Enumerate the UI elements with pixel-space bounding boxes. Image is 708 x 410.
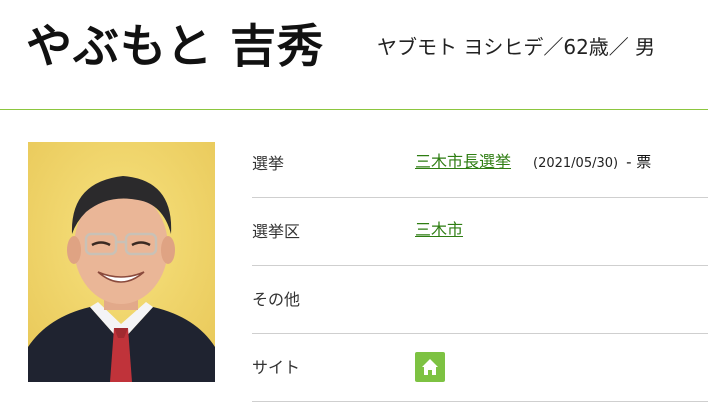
district-link[interactable]: 三木市 — [415, 220, 463, 239]
portrait-image — [28, 142, 215, 382]
home-site-button[interactable] — [415, 352, 445, 382]
candidate-name: やぶもと 吉秀 — [26, 19, 325, 73]
home-icon — [422, 359, 438, 375]
profile-header: やぶもと 吉秀 ヤブモト ヨシヒデ／62歳／ 男 — [0, 0, 708, 110]
candidate-kana-age-gender: ヤブモト ヨシヒデ／62歳／ 男 — [377, 35, 656, 59]
row-value-district: 三木市 — [415, 216, 463, 240]
candidate-photo — [28, 142, 215, 382]
row-label-district: 選挙区 — [252, 222, 301, 241]
profile-table: 選挙 三木市長選挙 (2021/05/30) - 票 選挙区 三木市 その他 サイト — [252, 130, 708, 402]
row-election: 選挙 三木市長選挙 (2021/05/30) - 票 — [252, 130, 708, 198]
row-other: その他 — [252, 266, 708, 334]
election-link[interactable]: 三木市長選挙 — [415, 152, 511, 171]
row-district: 選挙区 三木市 — [252, 198, 708, 266]
row-value-election: 三木市長選挙 (2021/05/30) - 票 — [415, 148, 651, 172]
row-label-site: サイト — [252, 358, 301, 377]
row-site: サイト — [252, 334, 708, 402]
row-label-other: その他 — [252, 290, 301, 309]
vote-count: - 票 — [626, 153, 652, 171]
election-date: (2021/05/30) — [533, 156, 619, 171]
row-label-election: 選挙 — [252, 154, 285, 173]
